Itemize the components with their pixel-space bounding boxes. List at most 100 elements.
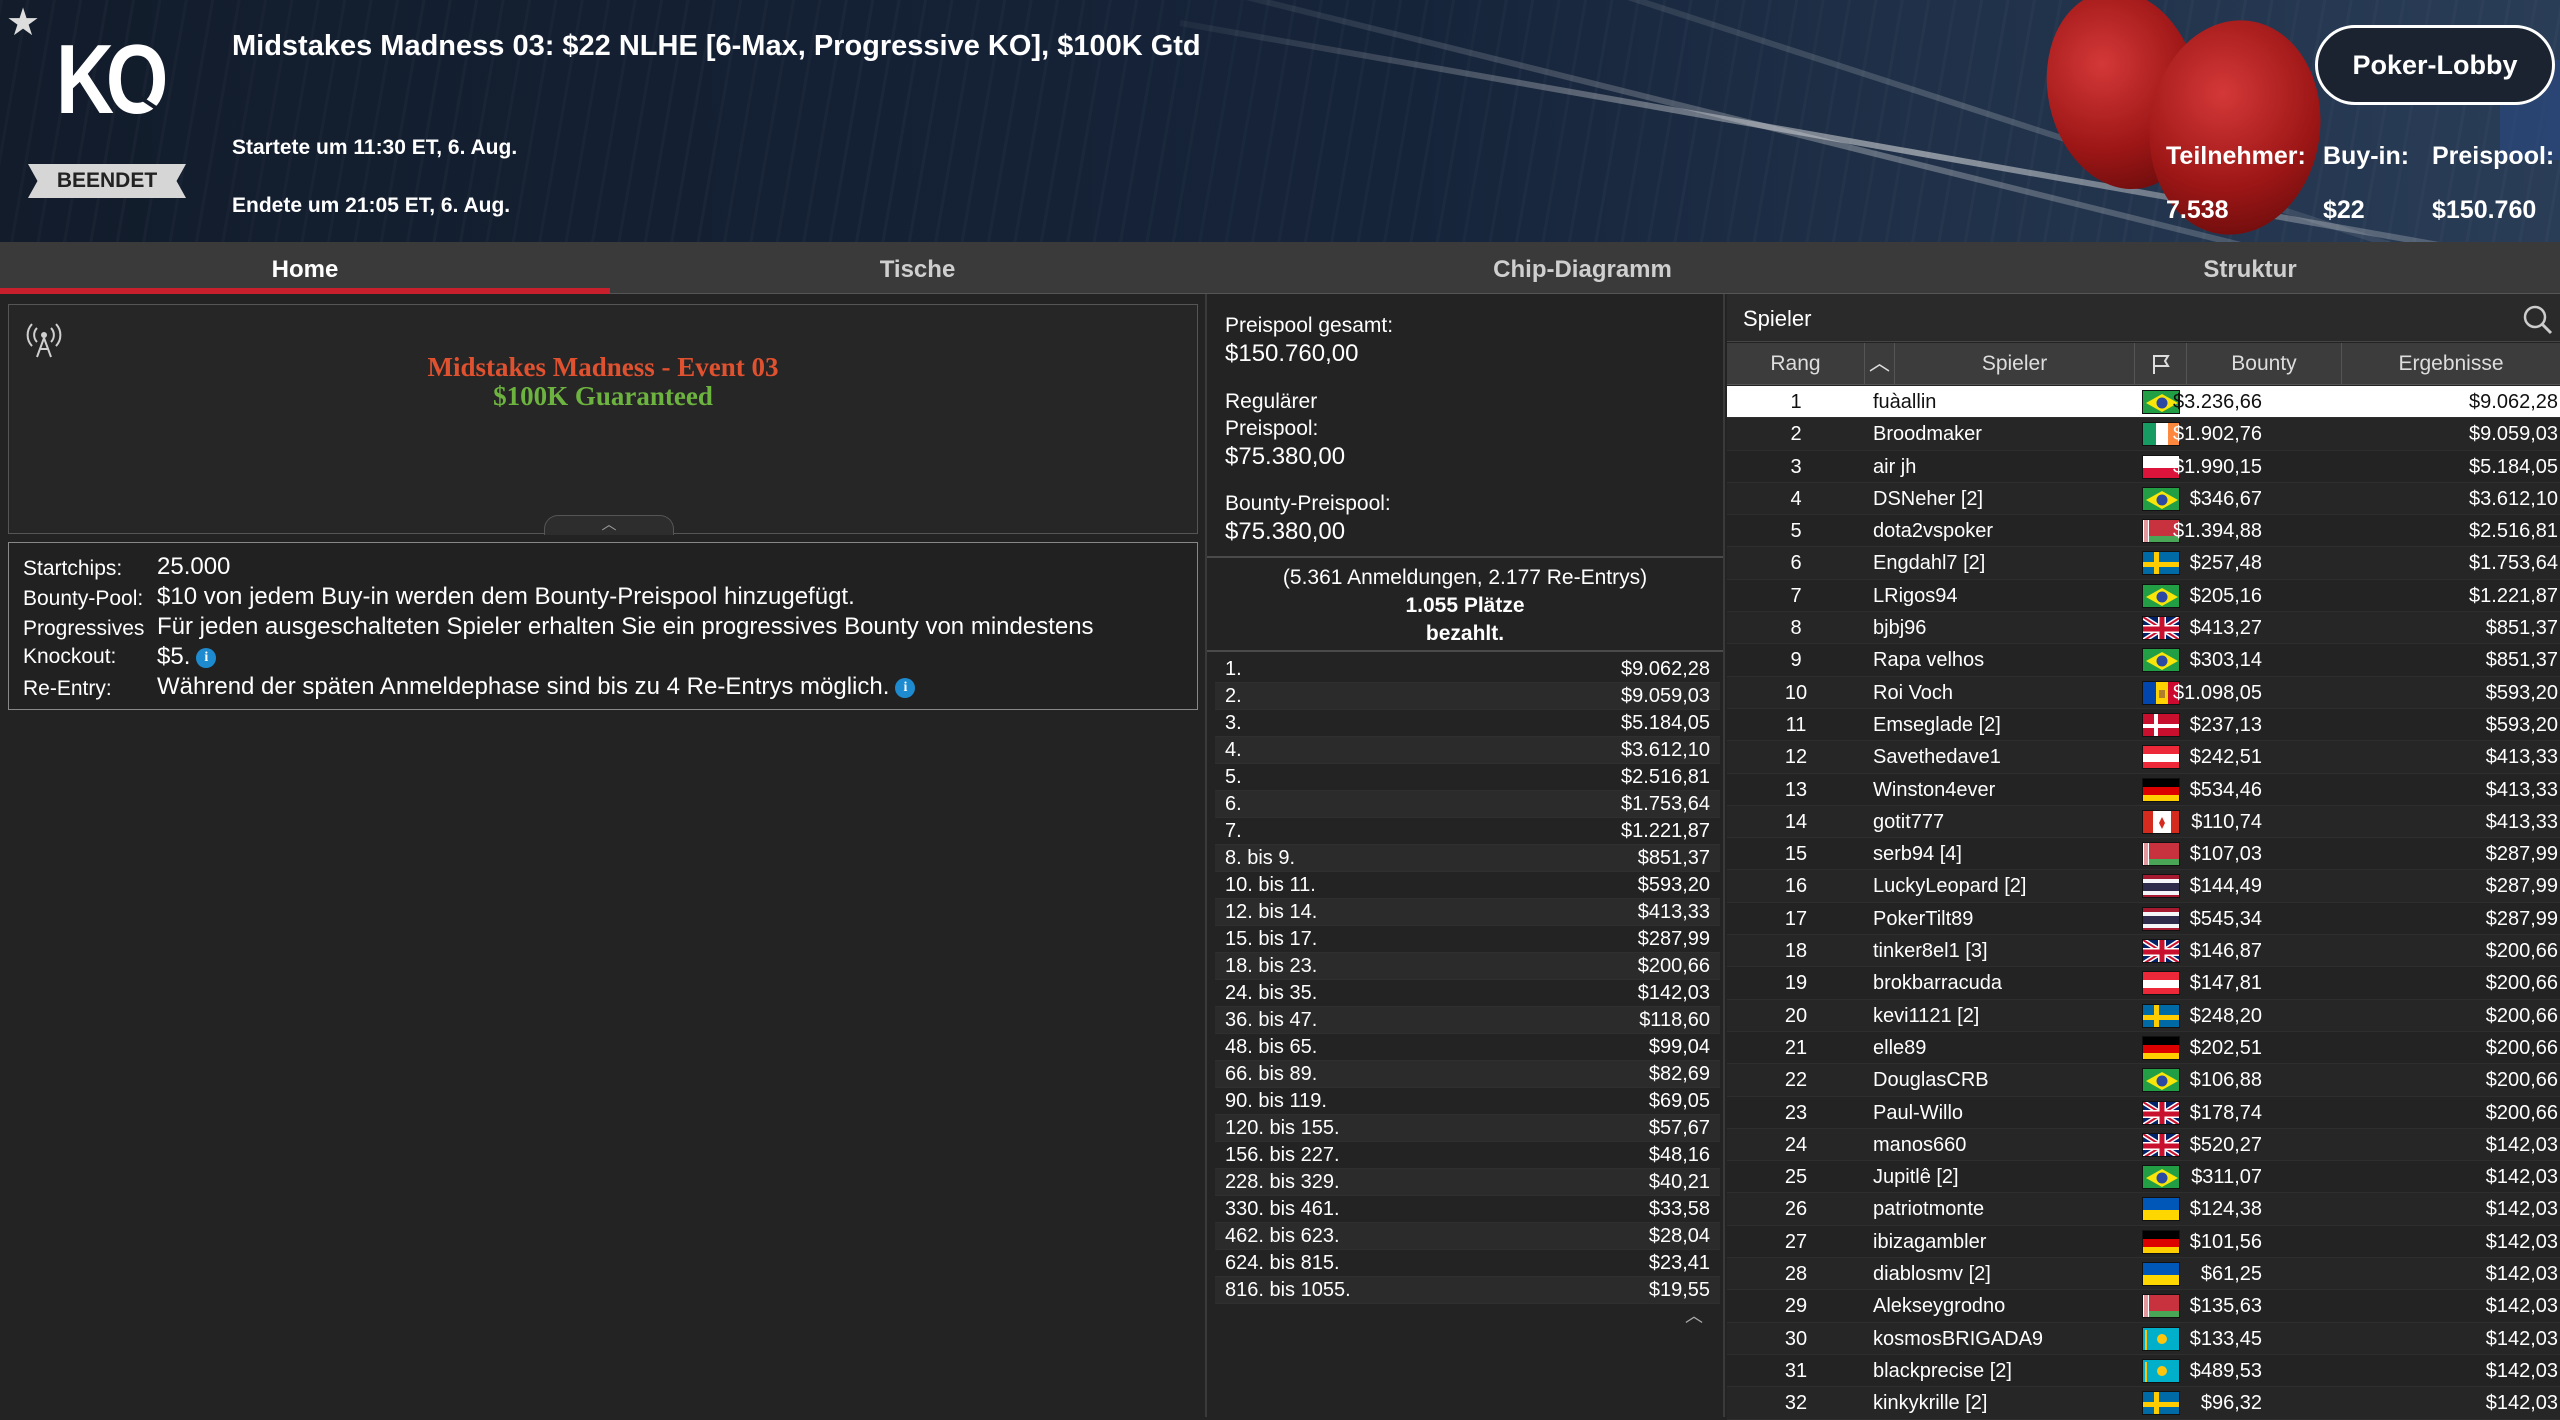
player-rank: 25: [1784, 1166, 1808, 1189]
info-icon[interactable]: i: [895, 677, 916, 698]
column-result[interactable]: Ergebnisse: [2342, 343, 2560, 385]
search-icon[interactable]: [2520, 302, 2554, 336]
player-result: $593,20: [2485, 681, 2558, 704]
table-row[interactable]: 6 Engdahl7 [2] $257,48 $1.753,64: [1727, 547, 2560, 580]
player-result: $200,66: [2485, 1101, 2558, 1124]
table-row[interactable]: 24 manos660 $520,27 $142,03: [1727, 1128, 2560, 1162]
table-row[interactable]: 32 kinkykrille [2] $96,32 $142,03: [1727, 1387, 2560, 1420]
table-row[interactable]: 27 ibizagambler $101,56 $142,03: [1727, 1225, 2560, 1259]
payout-place: 66. bis 89.: [1225, 1063, 1318, 1085]
table-row[interactable]: 29 Alekseygrodno $135,63 $142,03: [1727, 1290, 2560, 1323]
table-row[interactable]: 13 Winston4ever $534,46 $413,33: [1727, 773, 2560, 806]
table-row[interactable]: 16 LuckyLeopard [2] $144,49 $287,99: [1727, 870, 2560, 903]
payout-place: 6.: [1225, 793, 1242, 815]
table-row[interactable]: 26 patriotmonte $124,38 $142,03: [1727, 1193, 2560, 1226]
player-bounty: $178,74: [2189, 1101, 2262, 1124]
column-bounty[interactable]: Bounty: [2187, 343, 2342, 385]
table-row[interactable]: 1 fuàallin $3.236,66 $9.062,28: [1727, 386, 2560, 419]
table-row[interactable]: 7 LRigos94 $205,16 $1.221,87: [1727, 579, 2560, 613]
sort-ascending-icon[interactable]: ︿: [1865, 343, 1895, 385]
table-row[interactable]: 19 brokbarracuda $147,81 $200,66: [1727, 967, 2560, 1000]
player-bounty: $248,20: [2189, 1004, 2262, 1027]
table-row[interactable]: 31 blackprecise [2] $489,53 $142,03: [1727, 1354, 2560, 1388]
payout-amount: $200,66: [1637, 955, 1710, 977]
country-flag-icon: [2142, 583, 2180, 608]
player-result: $1.221,87: [2469, 584, 2558, 607]
table-row[interactable]: 20 kevi1121 [2] $248,20 $200,66: [1727, 999, 2560, 1032]
collapse-banner-button[interactable]: ︿: [544, 515, 674, 535]
table-row[interactable]: 12 Savethedave1 $242,51 $413,33: [1727, 741, 2560, 774]
favorite-star-icon[interactable]: ★: [6, 4, 40, 42]
bounty-prizepool-label: Bounty-Preispool:: [1225, 492, 1391, 515]
table-row[interactable]: 9 Rapa velhos $303,14 $851,37: [1727, 644, 2560, 677]
player-bounty: $101,56: [2189, 1230, 2262, 1253]
payout-place: 156. bis 227.: [1225, 1144, 1340, 1166]
player-name: diablosmv [2]: [1873, 1263, 1991, 1286]
column-country-flag-icon[interactable]: [2135, 343, 2187, 385]
startchips-value: 25.000: [157, 553, 231, 580]
poker-lobby-button[interactable]: Poker-Lobby: [2315, 25, 2555, 105]
table-row[interactable]: 30 kosmosBRIGADA9 $133,45 $142,03: [1727, 1322, 2560, 1355]
column-player[interactable]: Spieler: [1895, 343, 2135, 385]
payout-amount: $3.612,10: [1621, 739, 1710, 761]
player-search-bar[interactable]: Spieler: [1727, 294, 2560, 342]
ko-logo: KO: [56, 24, 168, 134]
tab-structure[interactable]: Struktur: [1940, 242, 2560, 294]
player-name: Emseglade [2]: [1873, 713, 2001, 736]
player-bounty: $106,88: [2189, 1069, 2262, 1092]
player-result: $200,66: [2485, 972, 2558, 995]
table-row[interactable]: 17 PokerTilt89 $545,34 $287,99: [1727, 902, 2560, 936]
bounty-prizepool-value: $75.380,00: [1225, 518, 1346, 545]
payout-place: 24. bis 35.: [1225, 982, 1318, 1004]
payout-row: 6. $1.753,64: [1215, 791, 1720, 818]
tab-tables[interactable]: Tische: [610, 242, 1225, 294]
country-flag-icon: [2142, 777, 2180, 802]
player-result: $9.059,03: [2469, 423, 2558, 446]
table-row[interactable]: 4 DSNeher [2] $346,67 $3.612,10: [1727, 482, 2560, 516]
table-row[interactable]: 11 Emseglade [2] $237,13 $593,20: [1727, 708, 2560, 742]
player-name: Jupitlê [2]: [1873, 1166, 1959, 1189]
player-result: $413,33: [2485, 778, 2558, 801]
player-bounty: $1.394,88: [2173, 520, 2262, 543]
table-row[interactable]: 8 bjbj96 $413,27 $851,37: [1727, 612, 2560, 645]
payout-row: 24. bis 35. $142,03: [1215, 980, 1720, 1007]
table-row[interactable]: 22 DouglasCRB $106,88 $200,66: [1727, 1064, 2560, 1097]
info-icon[interactable]: i: [196, 647, 217, 668]
player-name: Paul-Willo: [1873, 1101, 1964, 1124]
table-row[interactable]: 3 air jh $1.990,15 $5.184,05: [1727, 450, 2560, 483]
table-row[interactable]: 23 Paul-Willo $178,74 $200,66: [1727, 1096, 2560, 1129]
payout-amount: $33,58: [1648, 1198, 1710, 1220]
table-row[interactable]: 15 serb94 [4] $107,03 $287,99: [1727, 838, 2560, 871]
column-rank[interactable]: Rang: [1727, 343, 1865, 385]
payout-place: 330. bis 461.: [1225, 1198, 1340, 1220]
buyin-label: Buy-in:: [2323, 142, 2410, 170]
tab-chip-chart[interactable]: Chip-Diagramm: [1225, 242, 1940, 294]
table-row[interactable]: 5 dota2vspoker $1.394,88 $2.516,81: [1727, 515, 2560, 548]
table-row[interactable]: 18 tinker8el1 [3] $146,87 $200,66: [1727, 935, 2560, 968]
table-row[interactable]: 21 elle89 $202,51 $200,66: [1727, 1031, 2560, 1065]
chevron-up-icon: ︿: [601, 516, 617, 533]
player-name: dota2vspoker: [1873, 520, 1994, 543]
payout-row: 5. $2.516,81: [1215, 764, 1720, 791]
player-result: $200,66: [2485, 1036, 2558, 1059]
payout-row: 4. $3.612,10: [1215, 737, 1720, 764]
participants-value: 7.538: [2166, 196, 2229, 224]
payout-place: 15. bis 17.: [1225, 928, 1318, 950]
tournament-info-box: Startchips: 25.000 Bounty-Pool: $10 von …: [8, 542, 1198, 710]
chevron-up-icon[interactable]: ︿: [1685, 1302, 1703, 1328]
payout-amount: $48,16: [1648, 1144, 1710, 1166]
table-row[interactable]: 28 diablosmv [2] $61,25 $142,03: [1727, 1258, 2560, 1291]
payout-place: 90. bis 119.: [1225, 1090, 1327, 1112]
table-row[interactable]: 25 Jupitlê [2] $311,07 $142,03: [1727, 1161, 2560, 1194]
table-row[interactable]: 2 Broodmaker $1.902,76 $9.059,03: [1727, 418, 2560, 451]
table-row[interactable]: 14 gotit777 $110,74 $413,33: [1727, 805, 2560, 839]
table-row[interactable]: 10 Roi Voch $1.098,05 $593,20: [1727, 676, 2560, 709]
banner-guarantee: $100K Guaranteed: [493, 381, 713, 411]
tab-home[interactable]: Home: [0, 242, 610, 294]
payout-amount: $593,20: [1637, 874, 1710, 896]
player-bounty: $242,51: [2189, 746, 2262, 769]
player-result: $142,03: [2485, 1295, 2558, 1318]
player-rank: 22: [1784, 1069, 1808, 1092]
pko-label: Progressives: [23, 617, 145, 640]
player-result: $287,99: [2485, 843, 2558, 866]
